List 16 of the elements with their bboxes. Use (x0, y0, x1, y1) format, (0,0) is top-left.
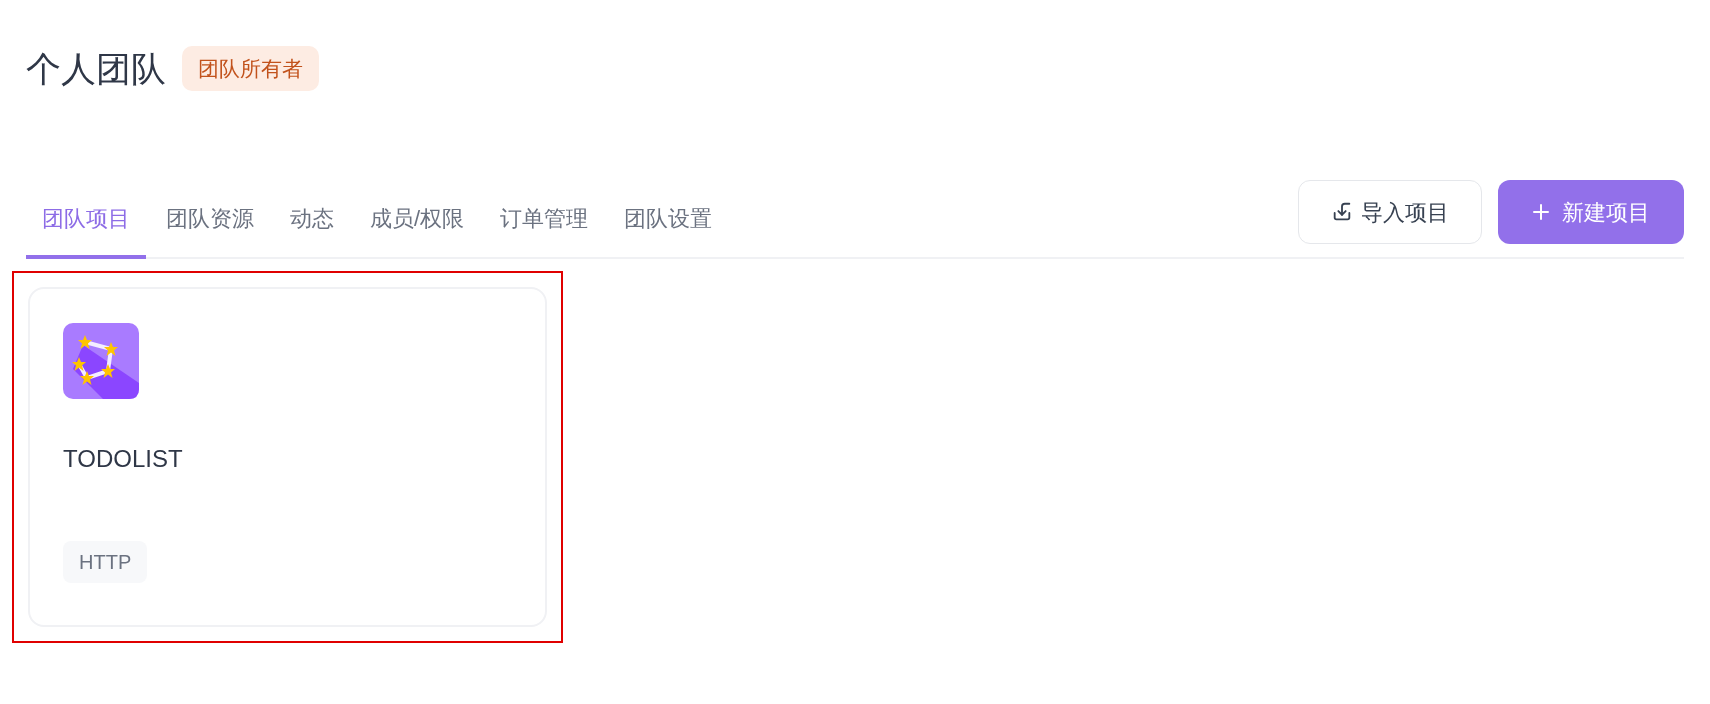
protocol-tag: HTTP (63, 541, 148, 583)
tab[interactable]: 动态 (274, 202, 350, 259)
tab[interactable]: 成员/权限 (354, 202, 481, 259)
tab[interactable]: 团队项目 (26, 202, 146, 259)
import-button[interactable]: 导入项目 (1298, 180, 1482, 244)
team-title: 个人团队 (26, 51, 166, 86)
tab[interactable]: 团队资源 (150, 202, 270, 259)
tab[interactable]: 团队设置 (608, 202, 729, 259)
project-card[interactable]: TODOLIST HTTP (28, 287, 547, 627)
constellation-icon (63, 323, 139, 399)
tab[interactable]: 订单管理 (484, 202, 605, 259)
plus-icon (1532, 203, 1550, 221)
role-badge: 团队所有者 (182, 46, 319, 91)
new-project-button[interactable]: 新建项目 (1498, 180, 1684, 244)
project-name: TODOLIST (63, 444, 184, 474)
import-icon (1331, 201, 1353, 223)
